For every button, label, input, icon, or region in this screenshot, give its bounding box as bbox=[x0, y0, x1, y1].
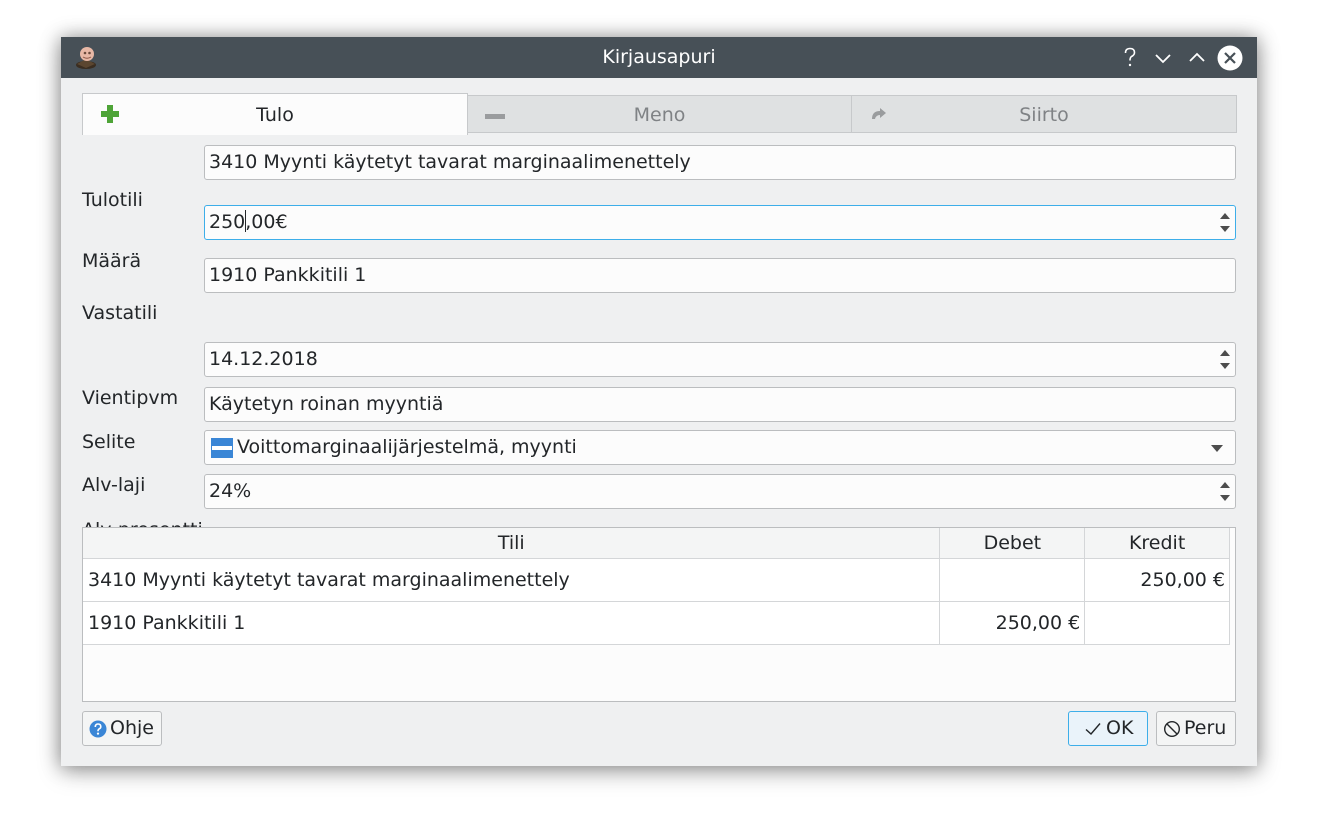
alv-laji-label: Alv-laji bbox=[82, 474, 146, 496]
chevron-down-icon[interactable] bbox=[1211, 445, 1223, 452]
tab-tulo-label: Tulo bbox=[256, 104, 294, 126]
spin-down-icon[interactable] bbox=[1220, 363, 1230, 369]
dialog-content: Tulo Meno Siirto Tulotili 3410 Myynti kä… bbox=[61, 78, 1257, 766]
alv-laji-value: Voittomarginaalijärjestelmä, myynti bbox=[237, 436, 577, 458]
tab-bar: Tulo Meno Siirto bbox=[82, 93, 1237, 135]
table-row[interactable]: 1910 Pankkitili 1 250,00 € bbox=[83, 601, 1230, 645]
column-header-debet[interactable]: Debet bbox=[939, 528, 1086, 559]
vat-type-icon bbox=[211, 438, 233, 458]
vientipvm-field[interactable]: 14.12.2018 bbox=[204, 342, 1236, 377]
entries-table: Tili Debet Kredit 3410 Myynti käytetyt t… bbox=[82, 527, 1236, 702]
tulotili-field[interactable]: 3410 Myynti käytetyt tavarat marginaalim… bbox=[204, 145, 1236, 180]
cell-debet[interactable]: 250,00 € bbox=[939, 601, 1086, 645]
title-bar[interactable]: Kirjausapuri bbox=[61, 37, 1257, 78]
tab-siirto[interactable]: Siirto bbox=[851, 95, 1237, 133]
percent-spinner[interactable] bbox=[1215, 475, 1235, 508]
vastatili-field[interactable]: 1910 Pankkitili 1 bbox=[204, 258, 1236, 293]
check-icon bbox=[1085, 723, 1101, 736]
tulotili-label: Tulotili bbox=[82, 189, 143, 211]
window-title: Kirjausapuri bbox=[602, 46, 716, 68]
spin-down-icon[interactable] bbox=[1220, 226, 1230, 232]
column-header-kredit[interactable]: Kredit bbox=[1084, 528, 1230, 559]
selite-value: Käytetyn roinan myyntiä bbox=[209, 393, 444, 415]
help-button-label: Ohje bbox=[110, 717, 154, 739]
vientipvm-value: 14.12.2018 bbox=[209, 348, 318, 370]
vientipvm-label: Vientipvm bbox=[82, 387, 179, 409]
selite-label: Selite bbox=[82, 431, 136, 453]
help-icon bbox=[89, 720, 107, 738]
tab-meno-label: Meno bbox=[633, 104, 686, 126]
vastatili-value: 1910 Pankkitili 1 bbox=[209, 264, 367, 286]
close-icon[interactable] bbox=[1216, 44, 1244, 72]
maara-value: 250,00€ bbox=[209, 210, 288, 233]
cancel-button-label: Peru bbox=[1184, 717, 1227, 739]
tab-siirto-label: Siirto bbox=[1019, 104, 1069, 126]
cell-debet[interactable] bbox=[939, 558, 1086, 602]
cell-tili[interactable]: 3410 Myynti käytetyt tavarat marginaalim… bbox=[83, 558, 941, 602]
tab-meno[interactable]: Meno bbox=[467, 95, 852, 133]
spin-down-icon[interactable] bbox=[1220, 495, 1230, 501]
date-spinner[interactable] bbox=[1215, 343, 1235, 376]
ok-button[interactable]: OK bbox=[1068, 711, 1148, 746]
maara-field[interactable]: 250,00€ bbox=[204, 205, 1236, 240]
maara-label: Määrä bbox=[82, 250, 142, 272]
minimize-icon[interactable] bbox=[1149, 44, 1177, 72]
spin-up-icon[interactable] bbox=[1220, 482, 1230, 488]
column-header-tili[interactable]: Tili bbox=[83, 528, 941, 559]
alv-prosentti-value: 24% bbox=[209, 480, 252, 502]
spin-up-icon[interactable] bbox=[1220, 350, 1230, 356]
cell-kredit[interactable] bbox=[1084, 601, 1230, 645]
vastatili-label: Vastatili bbox=[82, 302, 158, 324]
selite-field[interactable]: Käytetyn roinan myyntiä bbox=[204, 387, 1236, 422]
help-button[interactable]: Ohje bbox=[82, 711, 162, 746]
alv-laji-combo[interactable]: Voittomarginaalijärjestelmä, myynti bbox=[204, 430, 1236, 465]
dialog-window: Kirjausapuri Tulo Meno Siirto Tulotili 3… bbox=[61, 37, 1257, 766]
maara-spinner[interactable] bbox=[1215, 206, 1235, 239]
cell-kredit[interactable]: 250,00 € bbox=[1084, 558, 1230, 602]
help-title-icon[interactable] bbox=[1116, 44, 1144, 72]
ok-button-label: OK bbox=[1106, 717, 1134, 739]
tab-tulo[interactable]: Tulo bbox=[82, 93, 468, 135]
table-row[interactable]: 3410 Myynti käytetyt tavarat marginaalim… bbox=[83, 558, 1230, 602]
tulotili-value: 3410 Myynti käytetyt tavarat marginaalim… bbox=[209, 151, 691, 173]
spin-up-icon[interactable] bbox=[1220, 213, 1230, 219]
cell-tili[interactable]: 1910 Pankkitili 1 bbox=[83, 601, 941, 645]
alv-prosentti-field[interactable]: 24% bbox=[204, 474, 1236, 509]
maximize-icon[interactable] bbox=[1183, 44, 1211, 72]
cancel-icon bbox=[1163, 720, 1181, 738]
cancel-button[interactable]: Peru bbox=[1156, 711, 1236, 746]
